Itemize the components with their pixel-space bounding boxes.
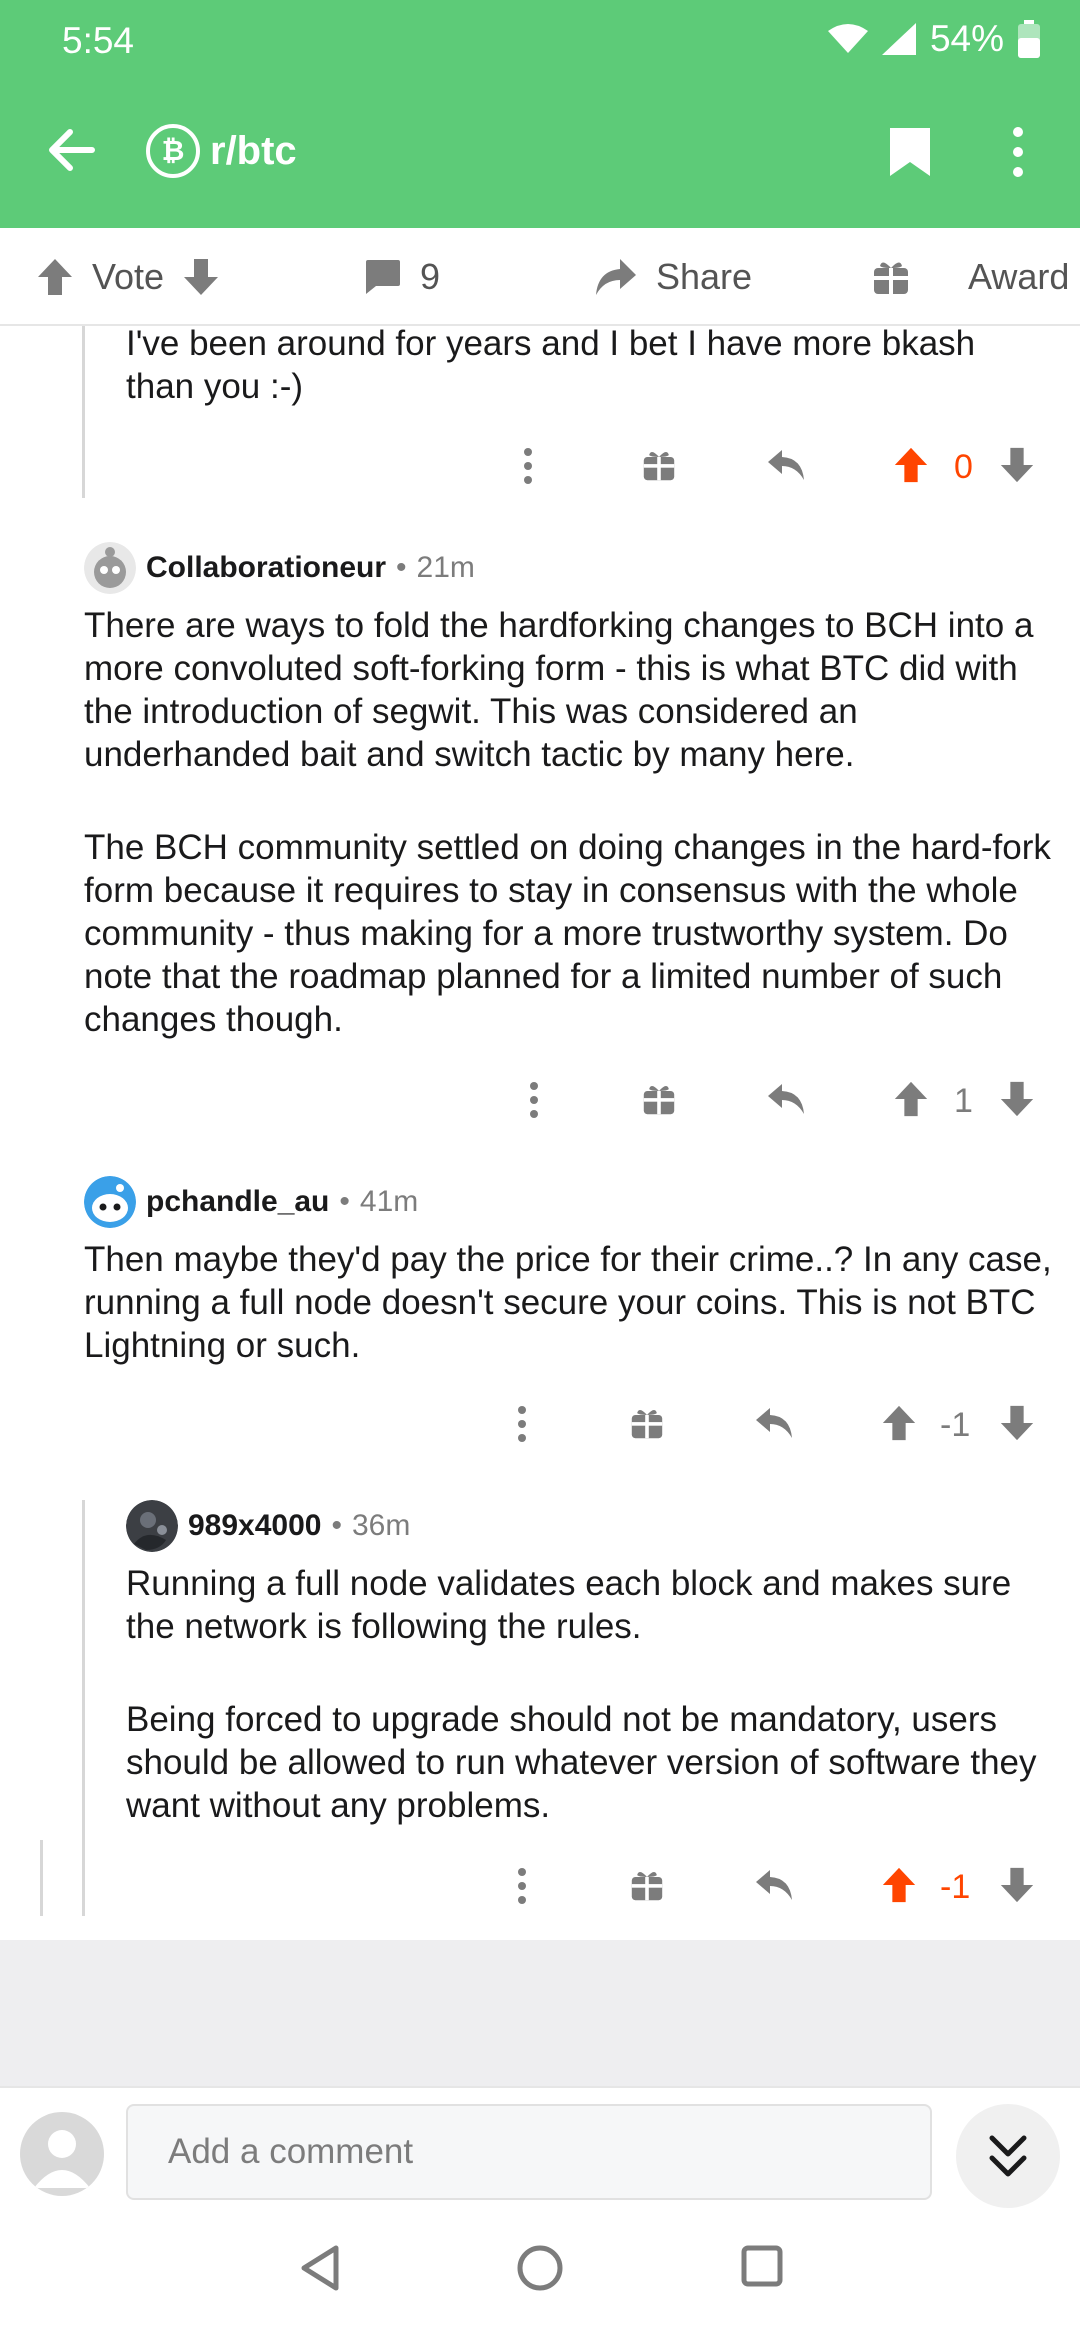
downvote-arrow-icon[interactable]: [998, 1404, 1036, 1442]
downvote-arrow-icon[interactable]: [998, 1080, 1036, 1118]
wifi-icon: [827, 24, 868, 53]
post-action-bar: Vote 9 Share Award: [0, 228, 1080, 326]
award-label: Award: [968, 256, 1070, 297]
downvote-arrow-icon[interactable]: [998, 1866, 1036, 1904]
avatar[interactable]: [84, 1176, 136, 1228]
comment-meta: Collaborationeur • 21m: [84, 542, 475, 594]
gift-icon: [874, 262, 908, 294]
comment-text: Running a full node validates each block…: [126, 1564, 1012, 1646]
avatar[interactable]: [126, 1500, 178, 1552]
more-options-icon[interactable]: [1006, 124, 1030, 180]
award-button[interactable]: Award: [872, 228, 1069, 326]
timestamp: 36m: [352, 1509, 411, 1542]
comment-meta: 989x4000 • 36m: [126, 1500, 410, 1552]
battery-icon: [1018, 20, 1040, 58]
share-button[interactable]: Share: [594, 228, 752, 326]
timestamp: 41m: [359, 1185, 419, 1218]
subreddit-title[interactable]: ₿ r/btc: [146, 124, 297, 178]
upvote-arrow-icon[interactable]: [36, 257, 74, 297]
scroll-down-button[interactable]: [956, 2104, 1060, 2208]
thread-line: [82, 1500, 85, 1916]
gift-icon[interactable]: [630, 1868, 664, 1902]
reply-icon[interactable]: [766, 448, 806, 482]
comments-button[interactable]: 9: [362, 228, 440, 326]
comment-text: Then maybe they'd pay the price for thei…: [84, 1240, 1052, 1365]
battery-percent: 54%: [929, 18, 1004, 59]
reply-icon[interactable]: [754, 1406, 794, 1440]
bookmark-icon[interactable]: [886, 124, 934, 180]
nav-home-icon[interactable]: [516, 2244, 564, 2292]
gift-icon[interactable]: [642, 1082, 676, 1116]
vote-control[interactable]: Vote: [36, 228, 220, 326]
add-comment-input[interactable]: Add a comment: [126, 2104, 932, 2200]
status-time: 5:54: [62, 20, 135, 61]
upvote-arrow-icon[interactable]: [892, 1080, 930, 1118]
avatar[interactable]: [84, 542, 136, 594]
timestamp: 21m: [416, 551, 475, 584]
system-nav-bar: [0, 2216, 1080, 2340]
comment-text: I've been around for years and I bet I h…: [126, 324, 976, 406]
upvote-arrow-icon[interactable]: [880, 1404, 918, 1442]
reply-icon[interactable]: [766, 1082, 806, 1116]
signal-icon: [881, 23, 916, 55]
more-options-icon[interactable]: [522, 446, 534, 486]
app-bar: ₿ r/btc: [0, 100, 1080, 210]
comment-score: 1: [954, 1082, 973, 1120]
app-header: 5:54 54% ₿ r/btc: [0, 0, 1080, 228]
downvote-arrow-icon[interactable]: [998, 446, 1036, 484]
status-bar: 5:54 54%: [0, 0, 1080, 80]
username[interactable]: Collaborationeur: [146, 551, 386, 585]
username[interactable]: 989x4000: [188, 1509, 321, 1543]
separator-dot: •: [396, 551, 407, 584]
comment-score: -1: [940, 1868, 971, 1906]
back-arrow-icon[interactable]: [44, 122, 100, 178]
comment-actions: -1: [0, 1396, 1080, 1456]
vote-label: Vote: [92, 256, 165, 297]
comment-score: -1: [940, 1406, 971, 1444]
comment-score: 0: [954, 448, 973, 486]
upvote-arrow-icon[interactable]: [880, 1866, 918, 1904]
bitcoin-icon: ₿: [146, 124, 200, 178]
upvote-arrow-icon[interactable]: [892, 446, 930, 484]
separator-dot: •: [339, 1185, 350, 1218]
downvote-arrow-icon[interactable]: [182, 257, 220, 297]
comment-text: The BCH community settled on doing chang…: [84, 828, 1051, 1039]
double-chevron-down-icon: [989, 2135, 1027, 2177]
comment-meta: pchandle_au • 41m: [84, 1176, 418, 1228]
comment-actions: -1: [0, 1858, 1080, 1918]
comment-actions: 0: [0, 438, 1080, 498]
subreddit-name: r/btc: [210, 128, 297, 173]
gift-icon[interactable]: [630, 1406, 664, 1440]
comment-text: There are ways to fold the hardforking c…: [84, 606, 1034, 774]
more-options-icon[interactable]: [516, 1866, 528, 1906]
more-options-icon[interactable]: [516, 1404, 528, 1444]
separator-dot: •: [331, 1509, 342, 1542]
comment-count: 9: [420, 256, 441, 297]
reply-icon[interactable]: [754, 1868, 794, 1902]
comment-actions: 1: [0, 1072, 1080, 1132]
comment-bubble-icon: [366, 260, 400, 294]
gift-icon[interactable]: [642, 448, 676, 482]
comment-text: Being forced to upgrade should not be ma…: [126, 1700, 1037, 1825]
share-label: Share: [656, 256, 753, 297]
user-avatar[interactable]: [20, 2112, 104, 2196]
nav-recents-icon[interactable]: [740, 2244, 784, 2288]
share-arrow-icon: [596, 259, 636, 295]
nav-back-icon[interactable]: [298, 2244, 342, 2292]
username[interactable]: pchandle_au: [146, 1185, 329, 1219]
more-options-icon[interactable]: [528, 1080, 540, 1120]
thread-end-spacer: [0, 1940, 1080, 2086]
comment-composer: Add a comment: [0, 2086, 1080, 2216]
